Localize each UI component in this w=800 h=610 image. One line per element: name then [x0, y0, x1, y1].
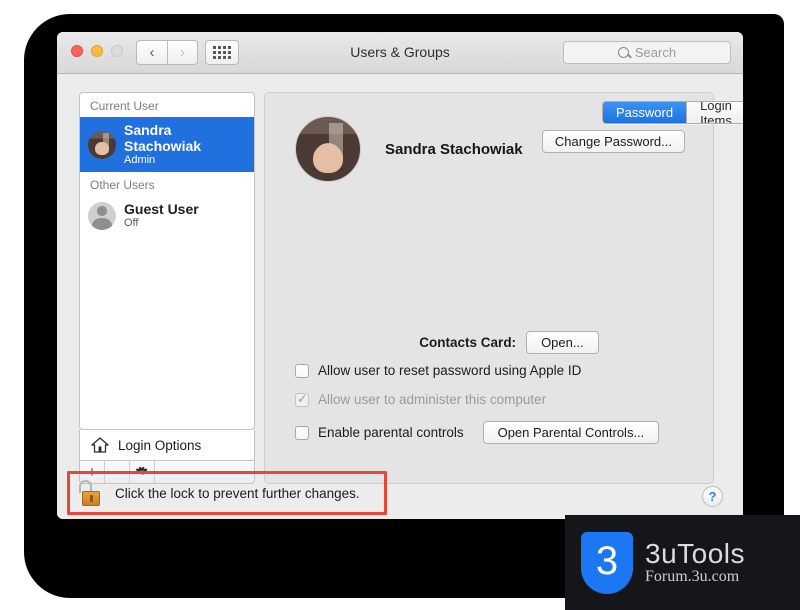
option-parental-controls[interactable]: Enable parental controls Open Parental C…: [295, 421, 660, 444]
watermark-subtitle: Forum.3u.com: [645, 568, 740, 586]
open-parental-controls-button[interactable]: Open Parental Controls...: [482, 421, 660, 444]
logo-character: 3: [595, 539, 619, 583]
tab-login-items[interactable]: Login Items: [686, 102, 743, 123]
search-placeholder: Search: [634, 45, 677, 60]
option-label: Allow user to administer this computer: [318, 392, 547, 407]
lock-message: Click the lock to prevent further change…: [115, 485, 360, 501]
window-body: Current User Sandra Stachowiak Admin Oth…: [57, 74, 743, 519]
house-icon: [91, 437, 109, 453]
login-options-label: Login Options: [118, 437, 202, 453]
unlocked-padlock-icon[interactable]: [79, 480, 103, 506]
contacts-card-row: Contacts Card: Open...: [265, 331, 713, 354]
watermark-brand: 3uTools: [645, 537, 746, 569]
users-and-groups-window: ‹ › Users & Groups Search Current User S…: [57, 32, 743, 519]
option-label: Enable parental controls: [318, 425, 464, 440]
checkbox[interactable]: [295, 425, 309, 440]
avatar[interactable]: [295, 116, 361, 182]
lock-bar[interactable]: Click the lock to prevent further change…: [79, 480, 360, 506]
user-status: Off: [124, 217, 139, 230]
help-button[interactable]: ?: [702, 486, 723, 507]
checkbox: [295, 391, 309, 407]
screenshot-canvas: ‹ › Users & Groups Search Current User S…: [0, 0, 800, 610]
account-full-name: Sandra Stachowiak: [385, 140, 523, 158]
option-reset-password-apple-id[interactable]: Allow user to reset password using Apple…: [295, 363, 581, 378]
group-header-other-users: Other Users: [90, 178, 155, 193]
group-header-current-user: Current User: [90, 99, 159, 113]
option-label: Allow user to reset password using Apple…: [318, 363, 582, 378]
change-password-button[interactable]: Change Password...: [541, 130, 685, 153]
watermark: 3 3uTools Forum.3u.com: [565, 515, 800, 610]
avatar: [88, 202, 116, 231]
search-icon: [617, 47, 629, 58]
avatar: [88, 130, 116, 159]
user-name: Guest User: [124, 201, 199, 218]
option-administer-computer: Allow user to administer this computer: [295, 391, 547, 407]
password-panel: Sandra Stachowiak Change Password... Con…: [264, 92, 743, 484]
users-list: Current User Sandra Stachowiak Admin Oth…: [79, 92, 255, 430]
watermark-text: 3uTools Forum.3u.com: [645, 537, 746, 586]
user-name: Sandra Stachowiak: [124, 122, 202, 155]
checkbox[interactable]: [295, 363, 309, 378]
contacts-card-label: Contacts Card:: [419, 335, 517, 350]
open-contacts-card-button[interactable]: Open...: [526, 331, 599, 354]
sidebar-item-login-options[interactable]: Login Options: [79, 430, 255, 461]
3utools-logo-icon: 3: [581, 531, 633, 594]
account-header: Sandra Stachowiak: [295, 116, 523, 182]
tab-password[interactable]: Password: [603, 102, 687, 123]
search-input[interactable]: Search: [563, 41, 731, 64]
panel-tabs: Password Login Items: [602, 101, 743, 124]
sidebar-item-sandra-stachowiak[interactable]: Sandra Stachowiak Admin: [80, 117, 254, 173]
sidebar-item-guest-user[interactable]: Guest User Off: [80, 196, 254, 235]
user-status: Admin: [124, 154, 156, 167]
window-titlebar: ‹ › Users & Groups Search: [57, 32, 743, 74]
